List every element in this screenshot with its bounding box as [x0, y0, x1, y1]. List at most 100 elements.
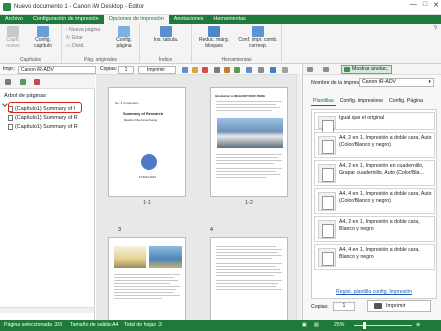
redo-icon[interactable]: [192, 66, 198, 73]
copias-label-right: Copias:: [311, 304, 329, 310]
cut-icon[interactable]: [234, 66, 240, 73]
config-pagina-button[interactable]: Config. página: [110, 26, 138, 49]
tab-plantillas[interactable]: Plantillas: [311, 97, 336, 106]
copy-icon[interactable]: [214, 66, 220, 73]
group-indice: Ins. tabula. Índice: [140, 24, 192, 64]
page1-corner: No. 3 Corporation: [115, 101, 139, 105]
zoom-in-icon[interactable]: ⊕: [416, 322, 420, 328]
copias-label: Copias:: [100, 66, 117, 72]
window-title: Nuevo documento 1 - Canon iW Desktop - E…: [14, 4, 145, 10]
config-capitulo-button[interactable]: Config. capítulo: [28, 26, 58, 49]
page-canvas: No. 3 Corporation Summary of Research Re…: [96, 75, 302, 327]
zoom-icon[interactable]: [270, 66, 276, 73]
group-paginas: ▫ Nueva página ↻ Girar ▭ Divid. Config. …: [62, 24, 140, 64]
reducir-margenes-button[interactable]: Reduc. márg. bloques: [195, 26, 233, 49]
template-icon: [318, 220, 336, 239]
tree-root-arrow[interactable]: [2, 101, 8, 107]
template-icon: [318, 192, 336, 211]
tab-herramientas[interactable]: Herramientas: [208, 15, 250, 24]
template-item-5[interactable]: A4, 2 en 1, Impresión a doble cara, Blan…: [314, 216, 435, 242]
tab-configuracion-impresion[interactable]: Configuración de impresión: [28, 15, 104, 24]
page-thumb-1[interactable]: No. 3 Corporation Summary of Research Re…: [108, 87, 186, 197]
annotation-icon: [344, 67, 350, 72]
template-item-3[interactable]: A4, 2 en 1, Impresión en cuadernillo, Gr…: [314, 160, 435, 186]
tree-chapter-icon[interactable]: [20, 79, 26, 85]
page-settings-icon: [118, 26, 130, 37]
reduce-margins-icon: [208, 26, 220, 37]
printer-select[interactable]: Canon iR-ADV: [18, 65, 96, 74]
tab-archivo[interactable]: Archivo: [0, 15, 28, 24]
delete-icon[interactable]: [202, 66, 208, 73]
girar-button[interactable]: ↻ Girar: [66, 35, 83, 41]
capitulo-nuevo-button[interactable]: Capít. nuevo: [2, 26, 24, 49]
chevron-down-icon: ▾: [428, 79, 431, 85]
tab-config-impresion[interactable]: Config. impresione: [338, 97, 385, 106]
chapter-settings-icon: [37, 26, 49, 37]
maximize-button[interactable]: □: [423, 1, 427, 9]
tamano-salida: Tamaño de salida:A4: [70, 322, 119, 328]
page-number-3: 3: [118, 227, 121, 233]
fit-width-icon[interactable]: ▤: [314, 322, 319, 328]
print-settings-pane: Mostrar anotac. Nombre de la impresora: …: [302, 64, 441, 320]
ribbon-tabs: Archivo Configuración de impresión Opcio…: [0, 15, 441, 24]
fit-page-icon[interactable]: ▣: [302, 322, 307, 328]
template-icon: [318, 136, 336, 155]
mostrar-anotaciones-toggle[interactable]: Mostrar anotac.: [341, 65, 393, 74]
insertar-tabula-button[interactable]: Ins. tabula.: [143, 26, 189, 44]
page-thumb-3[interactable]: [108, 237, 186, 327]
pane-option-icon[interactable]: [307, 67, 313, 72]
close-button[interactable]: ✕: [433, 1, 439, 9]
page3-photo-b: [149, 246, 182, 268]
paste-icon[interactable]: [224, 66, 230, 73]
undo-icon[interactable]: [182, 66, 188, 73]
tree-item-3[interactable]: (Capítulo1) Summary of R: [8, 124, 78, 130]
tree-delete-icon[interactable]: [34, 79, 40, 85]
regist-plantilla-link[interactable]: Regist. plantilla config. Impresión: [336, 289, 412, 295]
settings-icon[interactable]: [282, 66, 288, 73]
template-item-6[interactable]: A4, 4 en 1, Impresión a doble cara, Blan…: [314, 244, 435, 270]
page1-title: Summary of Research: [123, 112, 164, 116]
zoom-slider-handle[interactable]: [363, 322, 366, 329]
group-label-paginas: Pág. originales: [83, 57, 118, 63]
page-tree-header: [0, 75, 95, 89]
pagina-seleccionada: Página seleccionada :3/3: [4, 322, 62, 328]
imprimir-button[interactable]: Imprimir: [367, 300, 431, 312]
help-icon[interactable]: ?: [434, 26, 437, 32]
page-thumb-4[interactable]: [210, 237, 288, 327]
page2-title: Introduction to RELEVANT ROOF FINISH: [215, 95, 266, 98]
template-list: Igual que el original A4, 2 en 1, Impres…: [311, 109, 437, 299]
minimize-button[interactable]: —: [410, 1, 417, 9]
view-icon[interactable]: [246, 66, 252, 73]
search-icon[interactable]: [258, 66, 264, 73]
imprimir-toolbar-button[interactable]: Imprimir: [138, 65, 176, 74]
app-icon: [3, 3, 11, 11]
conf-impr-comb-button[interactable]: Conf. impr. comb. corresp.: [236, 26, 280, 49]
copias-stepper[interactable]: 1: [333, 302, 355, 311]
tab-anotaciones[interactable]: Anotaciones: [169, 15, 209, 24]
template-item-2[interactable]: A4, 2 en 1, Impresión a doble cara, Auto…: [314, 132, 435, 158]
template-icon: [318, 248, 336, 267]
tree-scrollbar[interactable]: [0, 307, 94, 313]
impr-label: Impr.:: [3, 66, 16, 72]
template-item-4[interactable]: A4, 4 en 1, Impresión a doble cara, Auto…: [314, 188, 435, 214]
tree-action-icon[interactable]: [5, 79, 11, 85]
group-herramientas: Reduc. márg. bloques Conf. impr. comb. c…: [192, 24, 282, 64]
page-thumb-2[interactable]: Introduction to RELEVANT ROOF FINISH: [210, 87, 288, 197]
page-tree-title: Árbol de páginas: [4, 93, 46, 99]
group-capitulos: Capít. nuevo Config. capítulo Capítulos: [0, 24, 62, 64]
merge-print-icon: [252, 26, 264, 37]
page1-logo: [141, 154, 157, 170]
tab-opciones-impresion[interactable]: Opciones de impresión: [103, 15, 169, 24]
pane-nav-icon[interactable]: [323, 67, 329, 72]
tree-item-2[interactable]: (Capítulo1) Summary of R: [8, 115, 78, 121]
dividir-button[interactable]: ▭ Divid.: [66, 43, 85, 49]
tab-config-pagina[interactable]: Config. Página: [387, 97, 425, 106]
printer-icon: [374, 303, 382, 309]
printer-name-select[interactable]: Canon iR-ADV ▾: [359, 78, 434, 87]
copias-input[interactable]: 1: [118, 65, 134, 74]
nueva-pagina-button[interactable]: ▫ Nueva página: [66, 27, 100, 33]
template-item-1[interactable]: Igual que el original: [314, 112, 435, 134]
tab-insert-icon: [160, 26, 172, 37]
selected-item-highlight: [8, 102, 82, 113]
document-icon: [8, 124, 13, 130]
